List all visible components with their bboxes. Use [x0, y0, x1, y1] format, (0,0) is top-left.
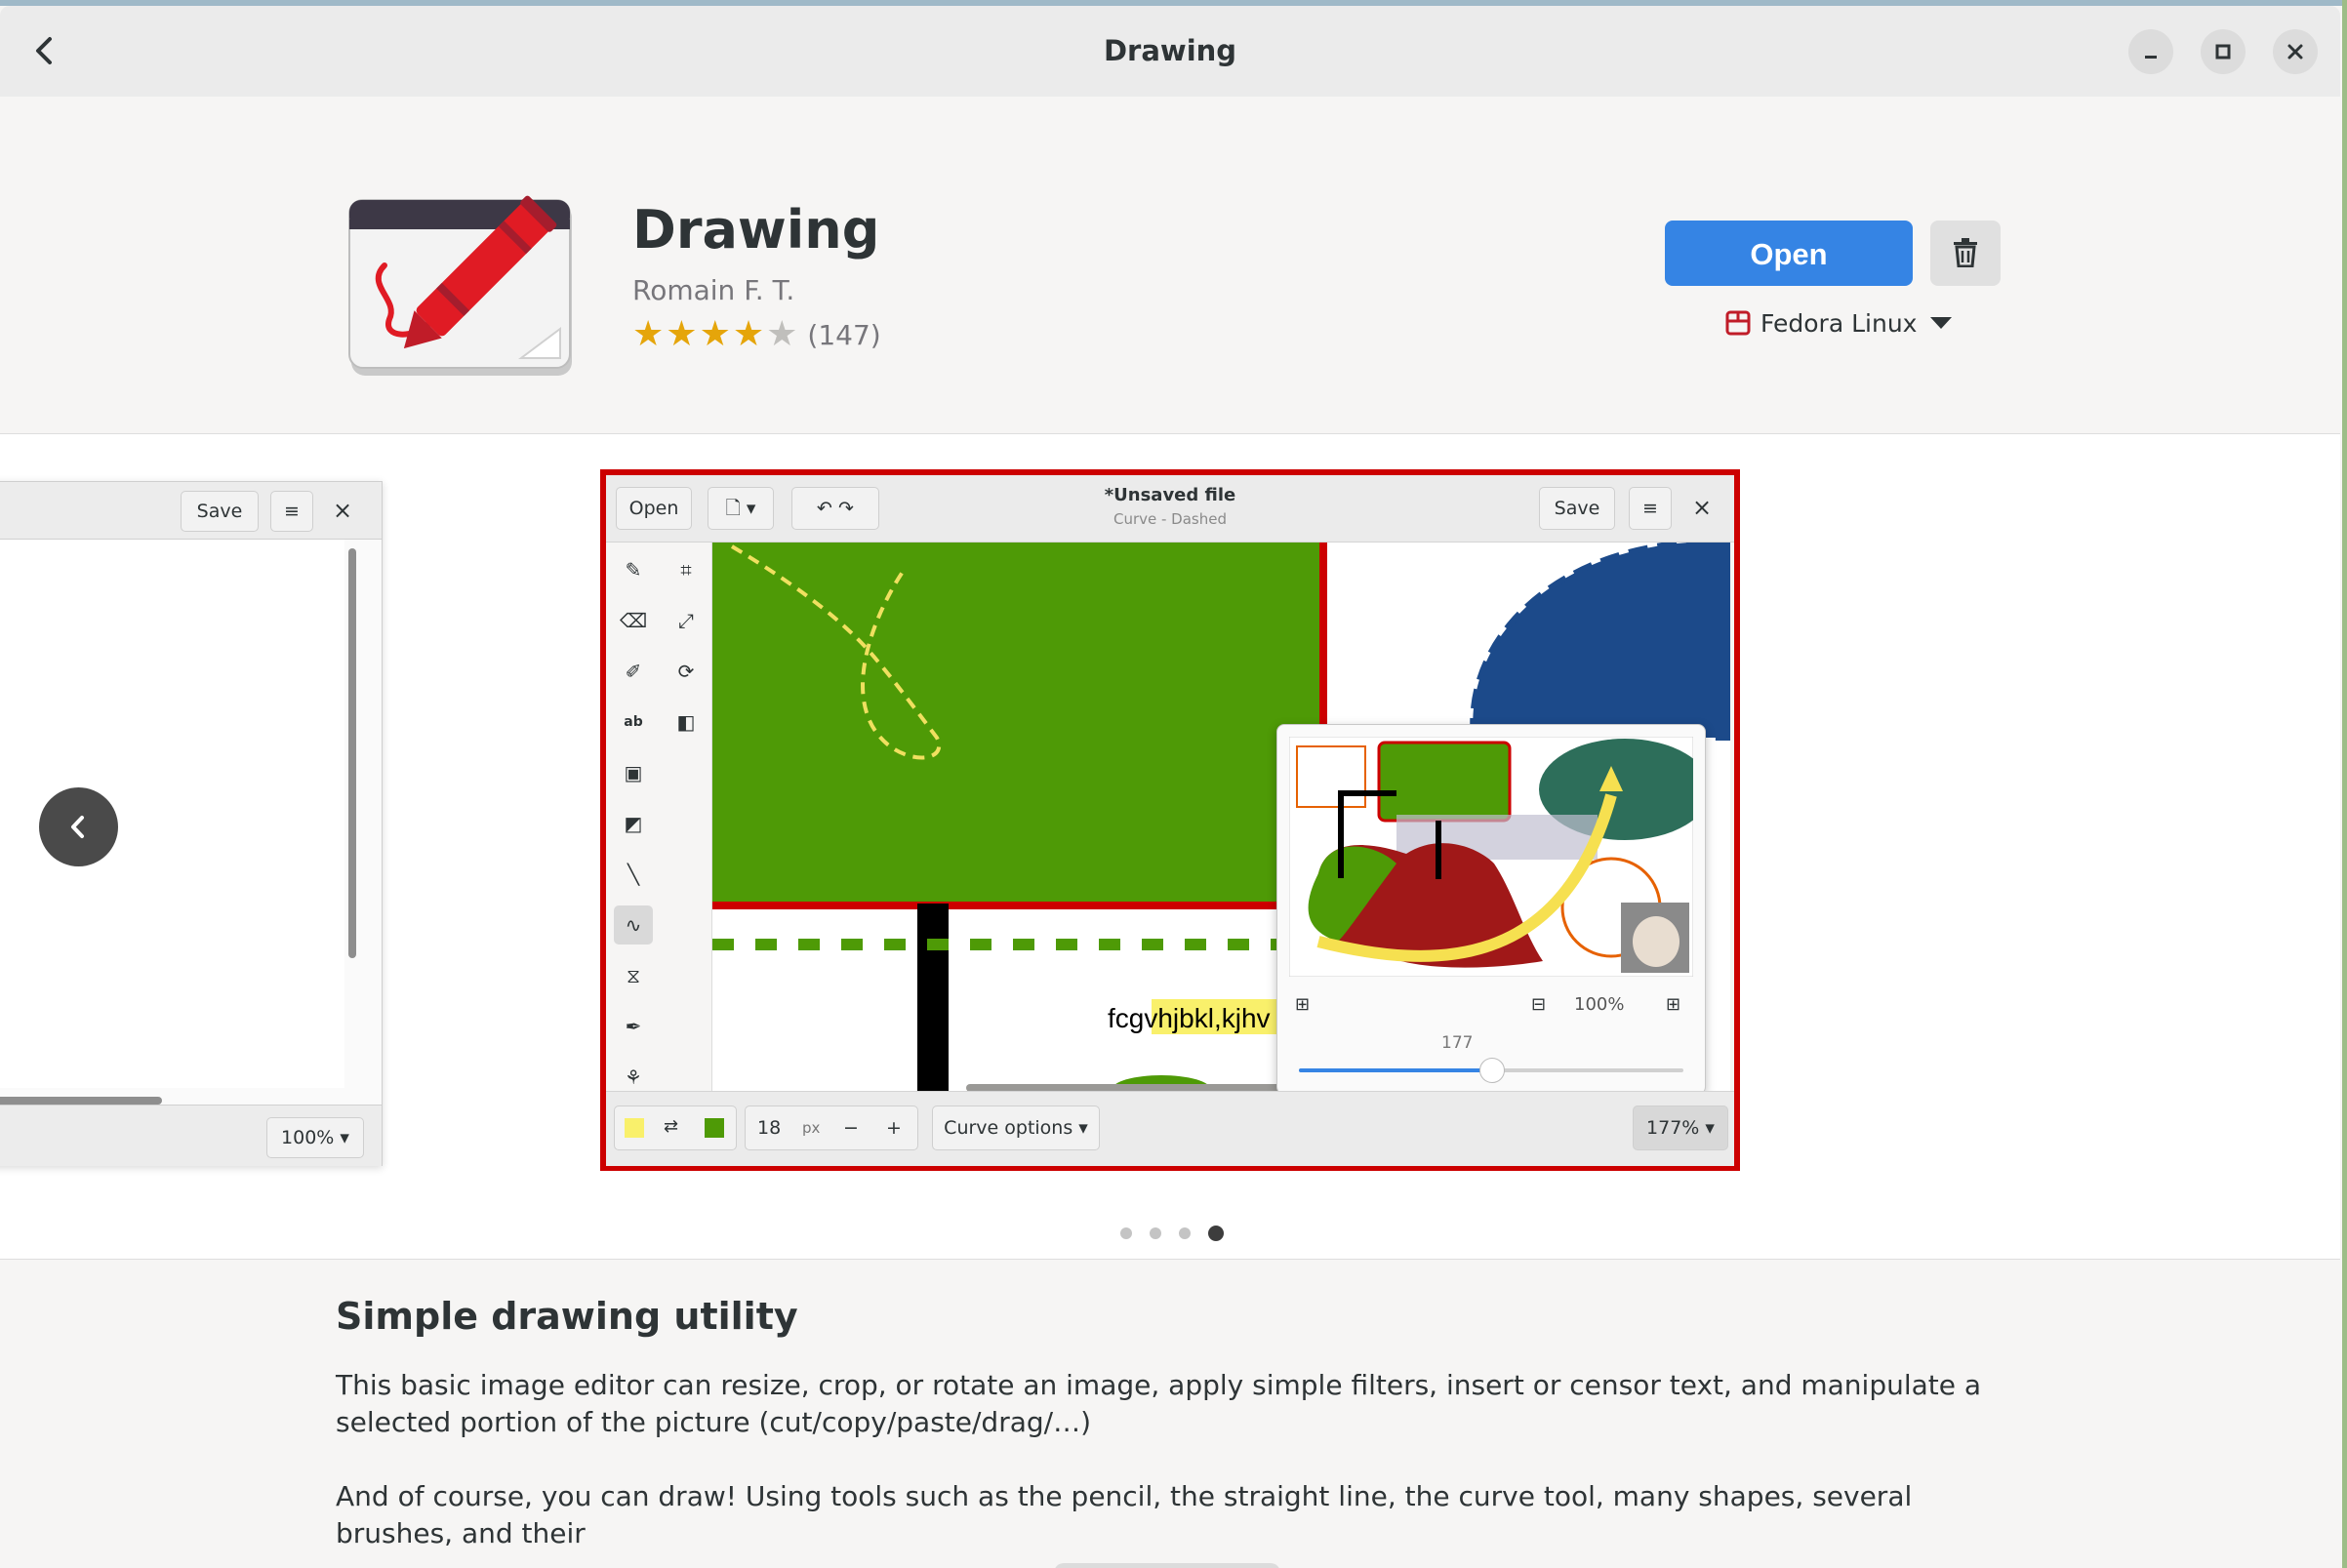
rating-count: (147) [807, 318, 881, 351]
star-empty-icon: ★ [766, 314, 798, 354]
description-paragraph: This basic image editor can resize, crop… [336, 1369, 1982, 1438]
app-developer: Romain F. T. [632, 274, 795, 306]
star-filled-icon: ★ [632, 314, 665, 354]
rect-select-tool-icon: ▣ [624, 761, 643, 784]
size-value: 18 [757, 1117, 782, 1139]
close-icon: × [1691, 494, 1713, 521]
zoom-popover: ⊞ ⊟ 100% ⊞ 177 [1276, 724, 1706, 1091]
source-label: Fedora Linux [1760, 308, 1918, 338]
zoom-in-icon: ⊞ [1666, 994, 1681, 1015]
drawing-app-icon [345, 192, 586, 378]
pager-dot[interactable] [1208, 1226, 1224, 1241]
menu-icon: ≡ [270, 491, 313, 532]
zoom-slider-handle [1479, 1058, 1505, 1083]
close-icon: × [332, 497, 353, 524]
filters-tool-icon: ◧ [676, 710, 696, 734]
minimap-preview [1289, 737, 1693, 977]
software-window: Drawing Drawing Romain F. T. ★★★★★ (147)… [0, 6, 2340, 1568]
minimize-icon [2145, 56, 2157, 59]
primary-color-swatch [625, 1118, 644, 1138]
window-title: Drawing [1103, 34, 1237, 67]
pager-dot[interactable] [1150, 1227, 1161, 1239]
chevron-left-icon [71, 816, 84, 838]
size-unit: px [802, 1119, 821, 1137]
free-select-tool-icon: ◩ [624, 812, 643, 835]
zoom-slider-track [1299, 1058, 1683, 1083]
zoom-label: 100% [281, 1127, 335, 1148]
app-header: Drawing Romain F. T. ★★★★★ (147) Open Fe… [0, 97, 2340, 434]
zoom-slider-fill [1299, 1068, 1491, 1072]
highlighter-tool-icon: ✐ [625, 660, 642, 683]
pager-dot[interactable] [1120, 1227, 1132, 1239]
zoom-dropdown: 177% ▾ [1633, 1106, 1728, 1150]
desktop-background-edge [2342, 0, 2347, 1568]
scrollbar [348, 548, 356, 958]
shape-tool-icon: ⧖ [626, 964, 641, 987]
rating: ★★★★★ (147) [632, 313, 881, 356]
carousel-pager [1120, 1226, 1224, 1241]
fit-zoom-icon: ⊞ [1295, 994, 1311, 1015]
header-bar: Drawing [0, 6, 2340, 98]
screenshot-current[interactable]: Open 🗋 ▾ ↶ ↷ *Unsaved file Curve - Dashe… [600, 469, 1740, 1171]
maximize-icon [2215, 44, 2231, 60]
crop-tool-icon: ⌗ [680, 558, 692, 582]
scrollbar [0, 1097, 162, 1105]
pencil-tool-icon: ✎ [625, 558, 642, 582]
close-window-button[interactable] [2273, 29, 2318, 74]
star-filled-icon: ★ [666, 314, 698, 354]
plus-icon: + [886, 1117, 902, 1139]
swap-colors-icon: ⇄ [664, 1116, 679, 1137]
screenshot-footer: ⇄ 18 px − + Curve options ▾ 177% ▾ [606, 1091, 1734, 1166]
trash-icon [1954, 238, 1977, 267]
close-icon [2287, 44, 2303, 60]
line-tool-icon: ╲ [627, 863, 640, 886]
minus-icon: − [843, 1117, 859, 1139]
screenshot-header: Open 🗋 ▾ ↶ ↷ *Unsaved file Curve - Dashe… [606, 475, 1734, 543]
star-rating: ★★★★★ [632, 313, 799, 356]
zoom-slider-value: 177 [1441, 1033, 1474, 1053]
save-button: Save [181, 491, 259, 532]
color-picker-tool-icon: ✒ [625, 1015, 642, 1038]
options-label: Curve options [944, 1117, 1073, 1139]
zoom-percent: 100% [1574, 994, 1625, 1015]
uninstall-button[interactable] [1930, 221, 2001, 286]
zoom-dropdown: 100% ▾ [266, 1117, 364, 1158]
star-filled-icon: ★ [699, 314, 731, 354]
save-button: Save [1539, 487, 1615, 530]
zoom-out-icon: ⊟ [1531, 994, 1547, 1015]
color-controls: ⇄ [614, 1106, 737, 1150]
source-selector[interactable]: Fedora Linux [1725, 303, 1953, 342]
previous-screenshot-button[interactable] [39, 787, 118, 866]
size-control: 18 px − + [745, 1106, 918, 1150]
app-name: Drawing [632, 199, 880, 261]
canvas-text: fcgvhjbkl,kjhv [1108, 1003, 1271, 1033]
scale-tool-icon: ⤢ [678, 609, 694, 632]
star-filled-icon: ★ [732, 314, 765, 354]
minimize-button[interactable] [2128, 29, 2173, 74]
rotate-tool-icon: ⟳ [677, 660, 695, 683]
eraser-tool-icon: ⌫ [619, 609, 648, 632]
secondary-color-swatch [705, 1118, 724, 1138]
text-tool-icon: ab [624, 714, 643, 730]
package-icon [1725, 310, 1751, 336]
maximize-button[interactable] [2201, 29, 2246, 74]
pager-dot[interactable] [1179, 1227, 1191, 1239]
drawing-canvas: fcgvhjbkl,kjhv ⊞ ⊟ 100% ⊞ 177 [712, 543, 1730, 1091]
screenshot-carousel: Save ≡ × 100% ▾ Open 🗋 ▾ ↶ ↷ *Unsaved fi… [0, 434, 2340, 1260]
screenshot-footer: 100% ▾ [0, 1105, 382, 1166]
menu-icon: ≡ [1629, 487, 1672, 530]
zoom-label: 177% [1646, 1117, 1700, 1139]
open-button[interactable]: Open [1665, 221, 1913, 286]
tool-palette: ✎ ⌗ ⌫ ⤢ ✐ ⟳ ab ◧ ▣ ◩ ╲ ∿ ⧖ ✒ ⚘ [606, 543, 712, 1091]
description-section: Simple drawing utility This basic image … [0, 1260, 2340, 1568]
description-heading: Simple drawing utility [336, 1295, 798, 1338]
description-paragraph: And of course, you can draw! Using tools… [336, 1480, 1913, 1549]
options-dropdown: Curve options ▾ [932, 1106, 1100, 1150]
scroll-indicator [1054, 1563, 1280, 1568]
chevron-down-icon [1930, 317, 1953, 329]
curve-tool-icon: ∿ [614, 905, 653, 945]
screenshot-header: Save ≡ × [0, 482, 382, 540]
